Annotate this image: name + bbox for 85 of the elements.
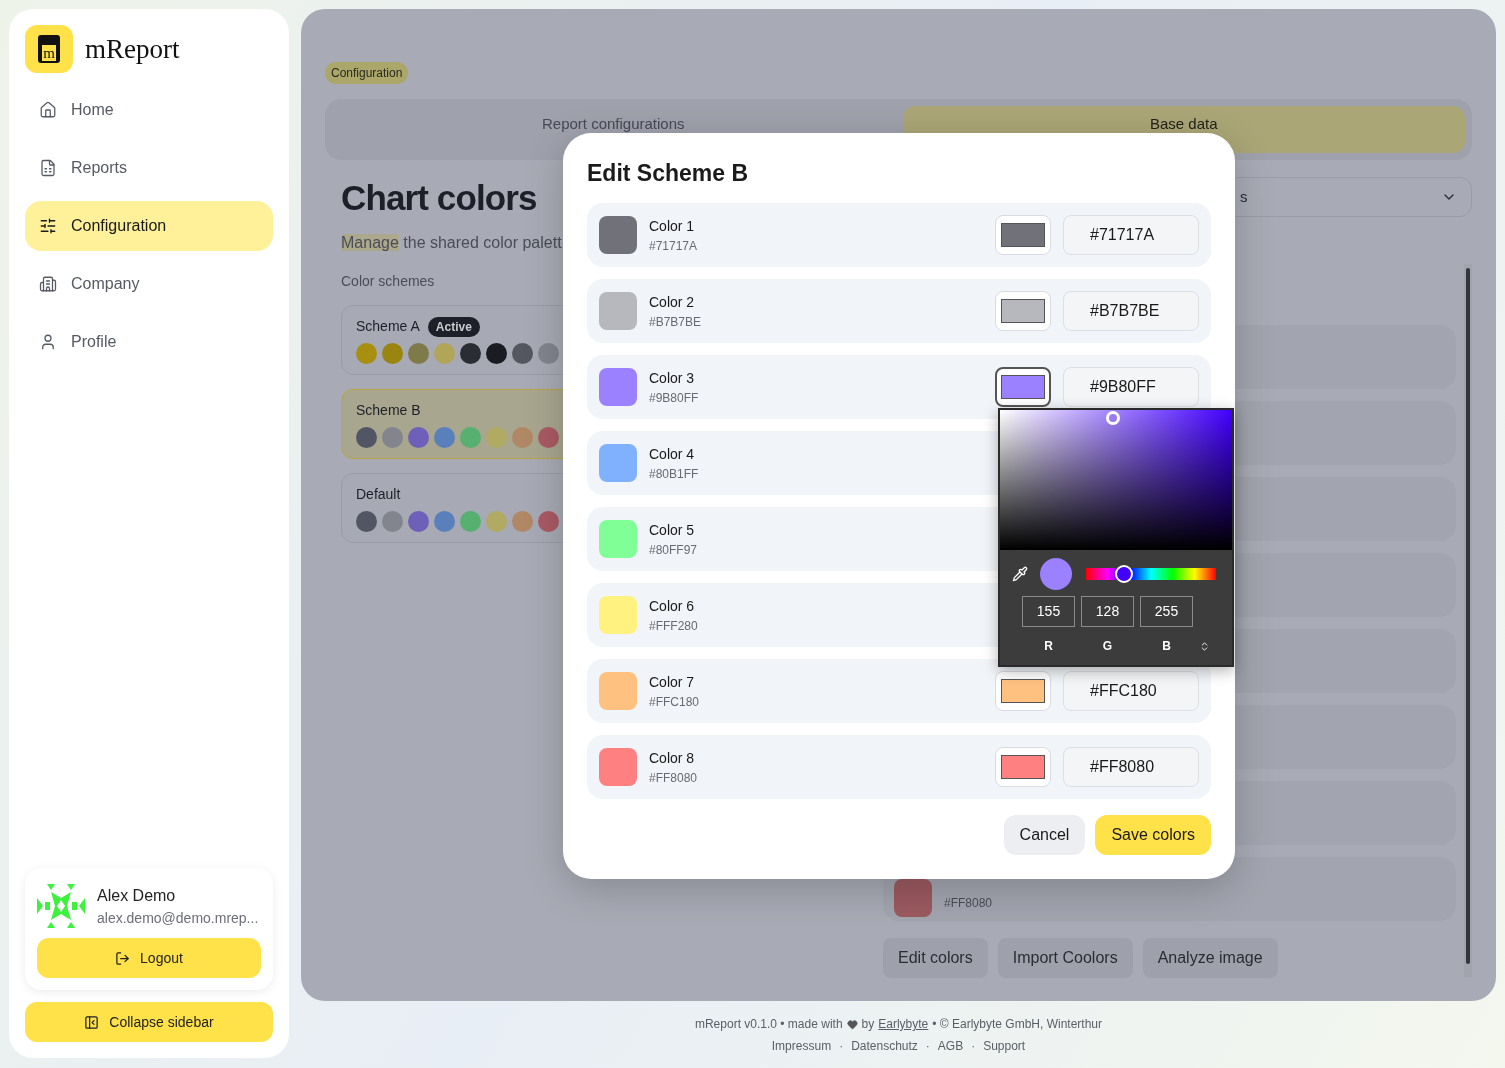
user-name: Alex Demo (97, 885, 177, 906)
color-code: #9B80FF (649, 389, 700, 407)
scheme-name: Default (356, 485, 401, 504)
eyedropper-icon[interactable] (1012, 566, 1028, 582)
footer-text: by (861, 1016, 875, 1033)
section-label: Color schemes (341, 272, 436, 291)
footer-link[interactable]: Datenschutz (851, 1037, 918, 1055)
nav-icon (39, 217, 57, 235)
cancel-button[interactable]: Cancel (1003, 815, 1086, 855)
hex-input[interactable]: #FFC180 (1063, 671, 1199, 711)
save-button[interactable]: Save colors (1095, 815, 1211, 855)
footer-link[interactable]: Impressum (771, 1037, 832, 1055)
nav-item[interactable]: Reports (25, 143, 273, 193)
rgb-label: R (1043, 638, 1054, 655)
footer-link[interactable]: AGB (937, 1037, 964, 1055)
separator: · (839, 1038, 844, 1055)
color-code: #80FF97 (649, 541, 699, 559)
hex-input[interactable]: #9B80FF (1063, 367, 1199, 407)
nav-item[interactable]: Profile (25, 317, 273, 367)
rgb-input[interactable]: 128 (1081, 596, 1134, 627)
color-name: Color 3 (649, 368, 696, 388)
nav-icon (39, 275, 57, 293)
color-code: #71717A (649, 237, 699, 255)
color-code: #80B1FF (649, 465, 700, 483)
nav-label: Configuration (71, 216, 167, 236)
color-name: Color 7 (649, 672, 696, 692)
collapse-icon (84, 1014, 100, 1030)
heart-icon (846, 1018, 858, 1030)
hue-slider[interactable] (1086, 568, 1216, 580)
footer-link[interactable]: Earlybyte (878, 1015, 929, 1033)
nav-icon (39, 159, 57, 177)
action-button[interactable]: Edit colors (883, 938, 988, 978)
footer-text: mReport v0.1.0 • made with (694, 1016, 843, 1033)
rgb-label: G (1101, 638, 1114, 655)
app-name: mReport (85, 32, 180, 66)
toggle-format-icon[interactable] (1199, 640, 1210, 652)
nav-label: Profile (71, 332, 117, 352)
logout-icon (115, 950, 131, 966)
color-code: #FF8080 (649, 769, 699, 787)
nav-item[interactable]: Configuration (25, 201, 273, 251)
color-name: Color 5 (649, 520, 696, 540)
color-name: Color 6 (649, 596, 696, 616)
hex-input[interactable]: #FF8080 (1063, 747, 1199, 787)
color-name: Color 1 (649, 216, 696, 236)
color-preview (1040, 558, 1072, 590)
scheme-name: Scheme A (356, 317, 420, 336)
footer-link[interactable]: Support (983, 1037, 1026, 1055)
nav-icon (39, 333, 57, 351)
breadcrumb: Configuration (325, 62, 409, 84)
hex-input[interactable]: #71717A (1063, 215, 1199, 255)
hue-thumb[interactable] (1114, 565, 1133, 583)
action-button[interactable]: Analyze image (1142, 938, 1278, 978)
color-name: Color 2 (649, 292, 696, 312)
logout-button[interactable]: Logout (37, 938, 261, 978)
rgb-input[interactable]: 155 (1022, 596, 1075, 627)
color-code: #FF8080 (944, 895, 993, 912)
active-badge: Active (427, 316, 480, 337)
scheme-name: Scheme B (356, 401, 421, 420)
nav-label: Company (71, 274, 140, 294)
page-title: Chart colors (341, 177, 538, 219)
nav-item[interactable]: Home (25, 85, 273, 135)
separator: · (971, 1038, 976, 1055)
footer-text: • © Earlybyte GmbH, Winterthur (932, 1016, 1103, 1033)
nav-icon (39, 101, 57, 119)
color-code: #FFC180 (649, 693, 701, 711)
color-code: #B7B7BE (649, 313, 703, 331)
action-button[interactable]: Import Coolors (997, 938, 1133, 978)
logo-letter: m (42, 45, 56, 61)
avatar-icon (37, 882, 85, 930)
nav-item[interactable]: Company (25, 259, 273, 309)
hex-input[interactable]: #B7B7BE (1063, 291, 1199, 331)
color-name: Color 4 (649, 444, 696, 464)
color-code: #FFF280 (649, 617, 699, 635)
user-email: alex.demo@demo.mrep... (97, 908, 259, 928)
color-name: Color 8 (649, 748, 696, 768)
dialog-title: Edit Scheme B (587, 159, 750, 188)
collapse-sidebar-button[interactable]: Collapse sidebar (25, 1002, 273, 1042)
rgb-label: B (1161, 638, 1172, 655)
saturation-handle[interactable] (1106, 411, 1120, 425)
swatch-button[interactable] (995, 367, 1051, 407)
separator: · (925, 1038, 930, 1055)
nav-label: Reports (71, 158, 128, 178)
saturation-area[interactable] (1000, 410, 1232, 550)
nav-label: Home (71, 100, 114, 120)
rgb-input[interactable]: 255 (1140, 596, 1193, 627)
